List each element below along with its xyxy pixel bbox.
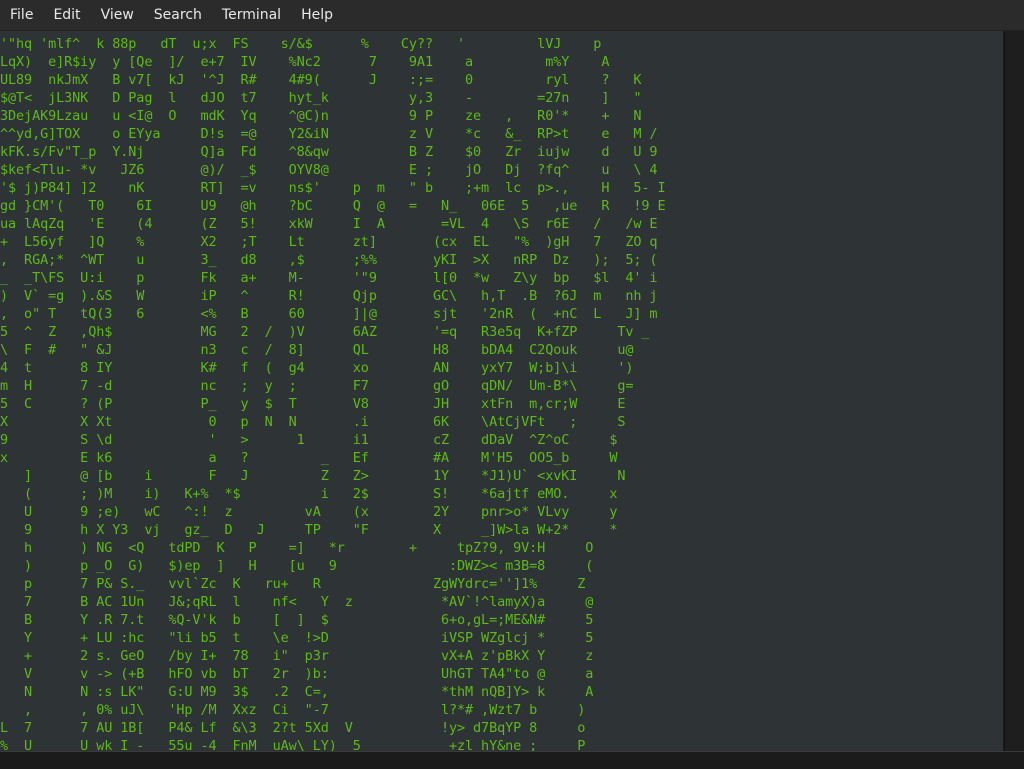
- terminal-line: m H 7 -d nc ; y ; F7 gO qDN/ Um-B*\ g=: [0, 378, 634, 394]
- terminal-line: ua lAqZq 'E (4 (Z 5! xkW I A =VL 4 \S r6…: [0, 216, 658, 232]
- menu-file[interactable]: File: [0, 0, 43, 30]
- terminal-line: 9 h X Y3 vj gz_ D J TP "F X _]W>la W+2* …: [0, 522, 618, 538]
- terminal-line: _ _T\FS U:i p Fk a+ M- '"9 l[0 *w Z\y bp…: [0, 270, 658, 286]
- terminal-line: B Y .R 7.t %Q-V'k b [ ] $ 6+o,gL=;ME&N# …: [0, 612, 594, 628]
- terminal-line: 7 B AC 1Un J&;qRL l nf< Y z *AV`!^lamyX)…: [0, 594, 594, 610]
- terminal-line: ^^yd,G]TOX o EYya D!s =@ Y2&iN z V *c &_…: [0, 126, 658, 142]
- terminal-line: 3DejAK9Lzau u <I@ O mdK Yq ^@C)n 9 P ze …: [0, 108, 642, 124]
- terminal-line: 5 ^ Z ,Qh$ MG 2 / )V 6AZ '=q R3e5q K+fZP…: [0, 324, 650, 340]
- terminal-line: , o" T tQ(3 6 <% B 60 ]|@ sjt '2nR ( +nC…: [0, 306, 658, 322]
- menu-terminal[interactable]: Terminal: [212, 0, 291, 30]
- terminal-line: Y + LU :hc "li b5 t \e !>D iVSP WZglcj *…: [0, 630, 594, 646]
- terminal-line: \ F # " &J n3 c / 8] QL H8 bDA4 C2Qouk u…: [0, 342, 634, 358]
- terminal-line: U 9 ;e) wC ^:! z vA (x 2Y pnr>o* VLvy y: [0, 504, 618, 520]
- terminal-line: X X Xt 0 p N N .i 6K \AtCjVFt ; S: [0, 414, 626, 430]
- terminal-line: $@T< jL3NK D Pag l dJO t7 hyt_k y,3 - =2…: [0, 90, 642, 106]
- terminal-line: ( ; )M i) K+% *$ i 2$ S! *6ajtf eMO. x: [0, 486, 618, 502]
- terminal-line: ) V` =g ).&S W iP ^ R! Qjp GC\ h,T .B ?6…: [0, 288, 658, 304]
- terminal-line: , RGA;* ^WT u 3_ d8 ,$ ;%% yKI >X nRP Dz…: [0, 252, 658, 268]
- terminal-line: + L56yf ]Q % X2 ;T Lt zt] (cx EL "% )gH …: [0, 234, 658, 250]
- terminal-line: $kef<Tlu- *v JZ6 @)/ _$ OYV8@ E ; jO Dj …: [0, 162, 658, 178]
- terminal-line: 9 S \d ' > 1 i1 cZ dDaV ^Z^oC $: [0, 432, 618, 448]
- terminal-line: 5 C ? (P P_ y $ T V8 JH xtFn m,cr;W E: [0, 396, 626, 412]
- terminal-output: '"hq 'mlf^ k 88p dT u;x FS s/&$ % Cy?? '…: [0, 35, 666, 751]
- window-bottom-edge: [0, 751, 1024, 769]
- terminal-line: V v -> (+B hFO vb bT 2r )b: UhGT TA4"to …: [0, 666, 594, 682]
- terminal-line: 4 t 8 IY K# f ( g4 xo AN yxY7 W;b]\i '): [0, 360, 634, 376]
- menu-bar: File Edit View Search Terminal Help: [0, 0, 1024, 31]
- terminal-line: ] @ [b i F J Z Z> 1Y *J1)U` <xvKI N: [0, 468, 626, 484]
- terminal-line: '$ j)P84] ]2 nK RT] =v ns$' p m " b ;+m …: [0, 180, 666, 196]
- terminal-line: + 2 s. GeO /by I+ 78 i" p3r vX+A z'pBkX …: [0, 648, 594, 664]
- terminal-line: kFK.s/Fv"T_p Y.Nj Q]a Fd ^8&qw B Z $0 Zr…: [0, 144, 658, 160]
- menu-view[interactable]: View: [91, 0, 144, 30]
- menu-help[interactable]: Help: [291, 0, 343, 30]
- terminal-line: h ) NG <Q tdPD K P =] *r + tpZ?9, 9V:H O: [0, 540, 594, 556]
- terminal-line: x E k6 a ? _ Ef #A M'H5 OO5_b W: [0, 450, 618, 466]
- terminal-area[interactable]: '"hq 'mlf^ k 88p dT u;x FS s/&$ % Cy?? '…: [0, 31, 1003, 751]
- menu-search[interactable]: Search: [144, 0, 212, 30]
- terminal-line: '"hq 'mlf^ k 88p dT u;x FS s/&$ % Cy?? '…: [0, 36, 602, 52]
- terminal-line: % U U wk I_- 55u -4 FnM uAw\ LY) 5 +zl h…: [0, 738, 586, 751]
- menu-edit[interactable]: Edit: [43, 0, 90, 30]
- terminal-scrollbar[interactable]: [1004, 31, 1024, 751]
- terminal-line: UL89 nkJmX B v7[ kJ '^J R# 4#9( J :;= 0 …: [0, 72, 642, 88]
- terminal-line: LqX) e]R$iy y [Qe ]/ e+7 IV %Nc2 7 9A1 a…: [0, 54, 610, 70]
- terminal-line: gd }CM'( T0 6I U9 @h ?bC Q @ = N_ 06E 5 …: [0, 198, 666, 214]
- terminal-line: ) p _O G) $)ep ] H [u 9 :DWZ>< m3B=8 (: [0, 558, 594, 574]
- terminal-line: N N :s LK" G:U M9 3$ .2 C=, *thM nQB]Y> …: [0, 684, 594, 700]
- terminal-line: p 7 P& S._ vvl`Zc K ru+ R ZgWYdrc='']1% …: [0, 576, 586, 592]
- terminal-line: , , 0% uJ\ 'Hp /M Xxz Ci "-7 l?*# ,Wzt7 …: [0, 702, 586, 718]
- terminal-line: L 7 7 AU 1B[ P4& Lf &\3 2?t 5Xd V !y> d7…: [0, 720, 586, 736]
